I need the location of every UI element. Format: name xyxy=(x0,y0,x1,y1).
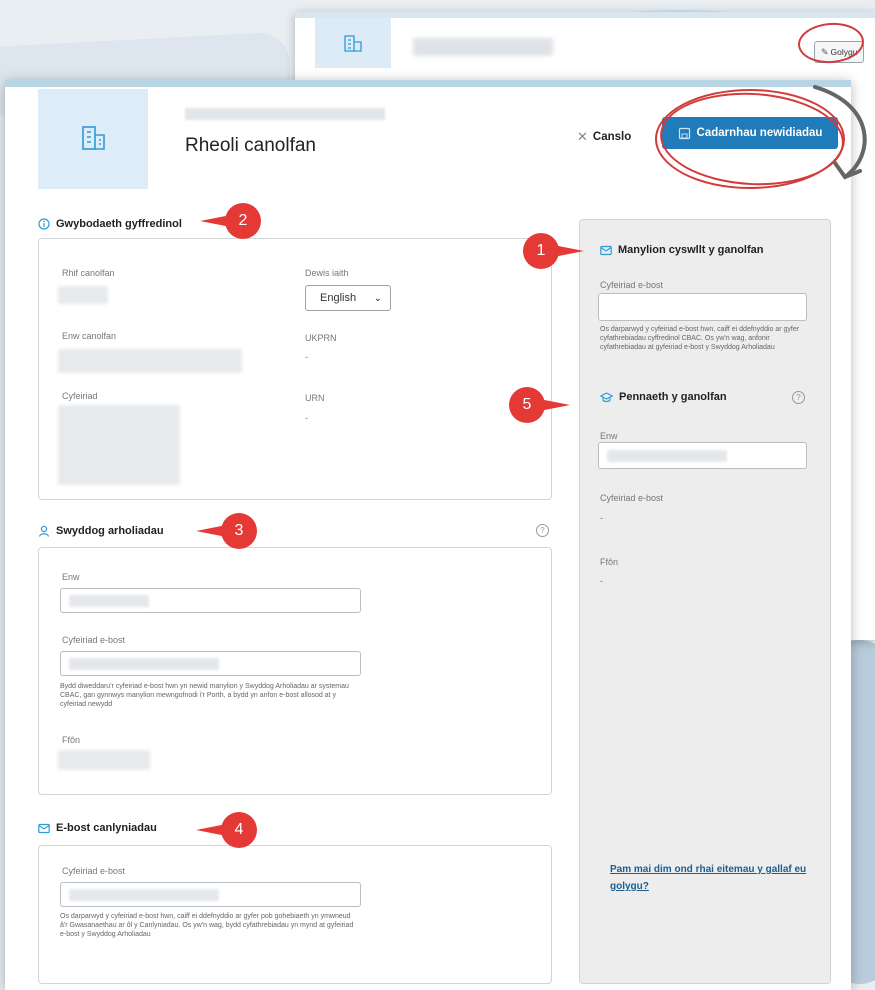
contact-email-input[interactable] xyxy=(598,293,807,321)
exams-officer-phone-value xyxy=(58,750,150,770)
callout-marker: 3 xyxy=(196,512,270,550)
results-email-input[interactable] xyxy=(60,882,361,907)
centre-name-value xyxy=(58,349,242,373)
blurred-centre-name xyxy=(413,38,553,56)
envelope-icon xyxy=(38,823,50,833)
callout-marker: 4 xyxy=(196,811,270,849)
head-email-value: - xyxy=(600,513,603,523)
help-icon[interactable]: ? xyxy=(792,391,805,404)
exams-officer-heading: Swyddog arholiadau xyxy=(38,525,164,537)
head-phone-value: - xyxy=(600,576,603,586)
contact-email-help: Os darparwyd y cyfeiriad e-bost hwn, cai… xyxy=(600,326,800,351)
head-name-label: Enw xyxy=(600,431,618,441)
person-icon xyxy=(38,525,50,537)
general-info-heading: Gwybodaeth gyffredinol xyxy=(38,218,182,230)
exams-officer-email-input[interactable] xyxy=(60,651,361,676)
building-icon xyxy=(344,35,362,52)
head-phone-label: Ffôn xyxy=(600,557,619,567)
head-email-label: Cyfeiriad e-bost xyxy=(600,493,664,503)
blurred-centre-name xyxy=(185,108,385,120)
address-label: Cyfeiriad xyxy=(62,391,98,401)
exams-officer-name-label: Enw xyxy=(62,572,80,582)
building-icon-tile xyxy=(38,89,148,189)
callout-marker: 2 xyxy=(200,202,274,240)
close-icon: ✕ xyxy=(577,129,588,144)
centre-name-label: Enw canolfan xyxy=(62,331,117,341)
callout-marker: 5 xyxy=(496,386,570,424)
callout-marker: 1 xyxy=(510,232,584,270)
centre-number-label: Rhif canolfan xyxy=(62,268,115,278)
language-select[interactable]: English ⌄ xyxy=(305,285,391,311)
why-only-some-editable-link[interactable]: Pam mai dim ond rhai eitemau y gallaf eu… xyxy=(610,861,810,895)
exams-officer-email-help: Bydd diweddaru'r cyfeiriad e-bost hwn yn… xyxy=(60,683,349,708)
cancel-button[interactable]: ✕ Canslo xyxy=(577,124,631,150)
exams-officer-name-input[interactable] xyxy=(60,588,361,613)
head-of-centre-heading: Pennaeth y ganolfan xyxy=(600,391,727,403)
ukprn-value: - xyxy=(305,352,308,362)
results-email-label: Cyfeiriad e-bost xyxy=(62,866,126,876)
envelope-icon xyxy=(600,245,612,255)
centre-number-value xyxy=(58,286,108,304)
help-icon[interactable]: ? xyxy=(536,524,549,537)
ukprn-label: UKPRN xyxy=(305,333,337,343)
exams-officer-email-label: Cyfeiriad e-bost xyxy=(62,635,126,645)
page-title: Rheoli canolfan xyxy=(185,135,316,156)
address-value xyxy=(58,405,180,485)
exams-officer-phone-label: Ffôn xyxy=(62,735,81,745)
annotation-arrow-icon xyxy=(813,85,867,180)
language-label: Dewis iaith xyxy=(305,268,349,278)
results-email-heading: E-bost canlyniadau xyxy=(38,822,157,834)
results-email-help: Os darparwyd y cyfeiriad e-bost hwn, cai… xyxy=(60,913,354,938)
contact-email-label: Cyfeiriad e-bost xyxy=(600,280,664,290)
urn-value: - xyxy=(305,413,308,423)
building-icon xyxy=(82,126,105,150)
contact-heading: Manylion cyswllt y ganolfan xyxy=(600,244,763,256)
urn-label: URN xyxy=(305,393,325,403)
info-icon xyxy=(38,218,50,230)
chevron-down-icon: ⌄ xyxy=(373,292,382,304)
building-icon-tile xyxy=(315,18,391,68)
head-name-input[interactable] xyxy=(598,442,807,469)
graduation-cap-icon xyxy=(600,391,613,402)
